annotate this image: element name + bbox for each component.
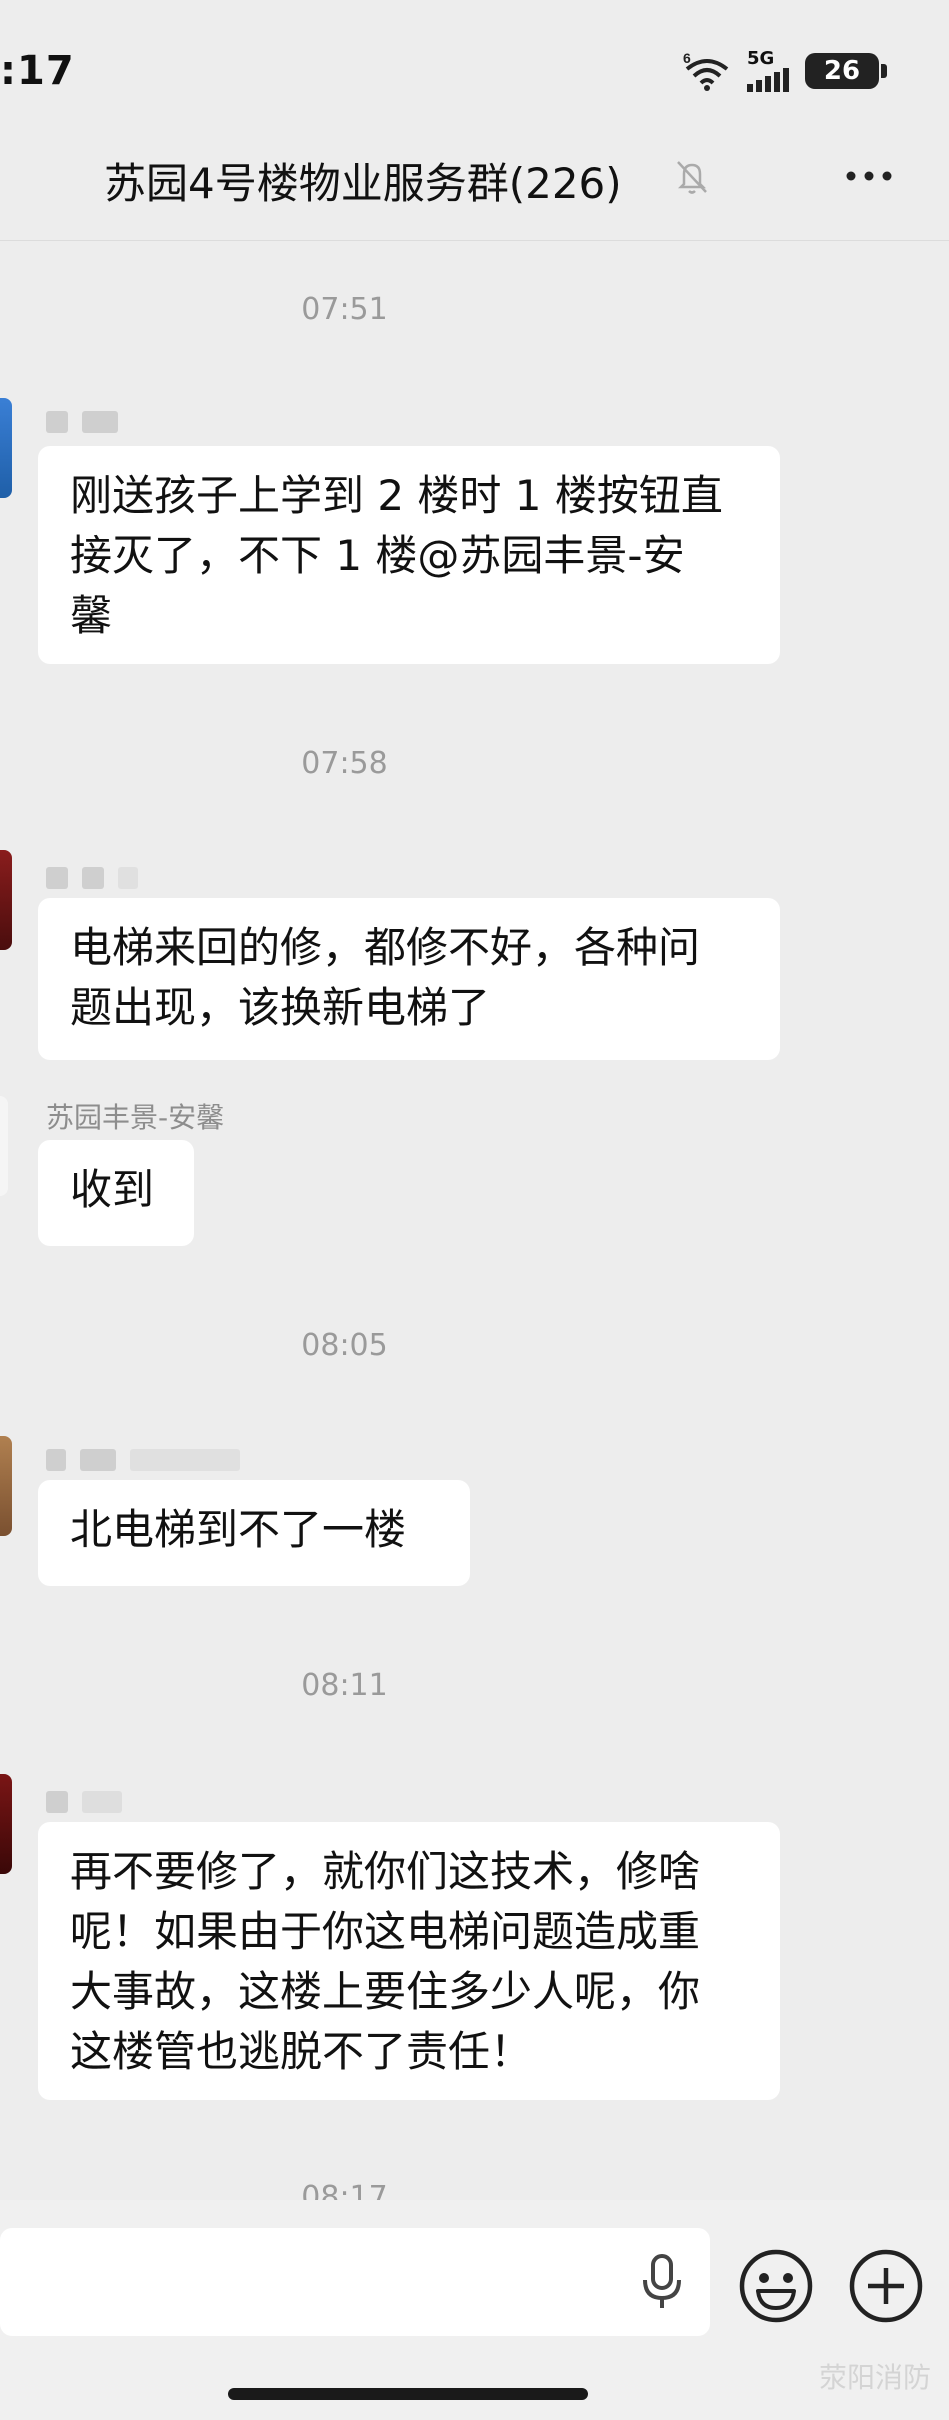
mute-bell-icon bbox=[677, 161, 707, 194]
message-input[interactable] bbox=[0, 2228, 710, 2336]
wifi-icon: 6 bbox=[683, 51, 729, 91]
signal-bars-icon bbox=[747, 68, 789, 92]
message-line: 刚送孩子上学到 2 楼时 1 楼按钮直 bbox=[70, 471, 723, 520]
message-bubble[interactable]: 再不要修了，就你们这技术，修啥 呢！如果由于你这电梯问题造成重 大事故，这楼上要… bbox=[38, 1822, 780, 2100]
message-line: 接灭了，不下 1 楼@苏园丰景-安 bbox=[70, 531, 685, 580]
emoji-icon[interactable] bbox=[736, 2246, 816, 2326]
input-bar: 荥阳消防 bbox=[0, 2200, 949, 2420]
timestamp: 08:17 bbox=[301, 2180, 388, 2200]
message-line: 馨 bbox=[70, 591, 113, 640]
message-bubble[interactable]: 电梯来回的修，都修不好，各种问 题出现，该换新电梯了 bbox=[38, 898, 780, 1060]
timestamp: 07:58 bbox=[301, 746, 388, 781]
status-icons: 6 5G 26 bbox=[681, 50, 887, 92]
message-line: 北电梯到不了一楼 bbox=[70, 1505, 407, 1554]
sender-name-blurred bbox=[46, 860, 152, 893]
wifi-badge: 6 bbox=[683, 51, 691, 66]
plus-icon[interactable] bbox=[846, 2246, 926, 2326]
message-line: 题出现，该换新电梯了 bbox=[70, 983, 491, 1032]
header-divider bbox=[0, 240, 949, 241]
chat-title[interactable]: 苏园4号楼物业服务群(226) bbox=[104, 150, 622, 211]
message-line: 大事故，这楼上要住多少人呢，你 bbox=[70, 1967, 701, 2016]
avatar[interactable] bbox=[0, 398, 12, 498]
sender-name-blurred bbox=[46, 404, 132, 437]
sender-name-blurred bbox=[46, 1784, 136, 1817]
watermark: 荥阳消防 bbox=[818, 2361, 931, 2394]
sender-name: 苏园丰景-安馨 bbox=[46, 1101, 225, 1134]
battery-indicator: 26 bbox=[805, 53, 887, 89]
message-line: 收到 bbox=[70, 1165, 155, 1214]
avatar[interactable] bbox=[0, 1436, 12, 1536]
message-bubble[interactable]: 刚送孩子上学到 2 楼时 1 楼按钮直 接灭了，不下 1 楼@苏园丰景-安 馨 bbox=[38, 446, 780, 664]
microphone-icon[interactable] bbox=[632, 2250, 692, 2314]
timestamp: 08:05 bbox=[301, 1328, 388, 1363]
network-type: 5G bbox=[747, 48, 775, 69]
avatar[interactable] bbox=[0, 1096, 8, 1196]
chat-header: 苏园4号楼物业服务群(226) bbox=[0, 140, 949, 240]
message-bubble[interactable]: 北电梯到不了一楼 bbox=[38, 1480, 470, 1586]
more-options-icon[interactable] bbox=[841, 156, 897, 196]
timestamp: 07:51 bbox=[301, 292, 388, 327]
home-indicator bbox=[228, 2388, 588, 2400]
message-line: 这楼管也逃脱不了责任！ bbox=[70, 2027, 533, 2076]
status-time: :17 bbox=[0, 48, 75, 94]
message-line: 呢！如果由于你这电梯问题造成重 bbox=[70, 1907, 701, 1956]
message-bubble[interactable]: 收到 bbox=[38, 1140, 194, 1246]
avatar[interactable] bbox=[0, 850, 12, 950]
message-line: 电梯来回的修，都修不好，各种问 bbox=[70, 923, 701, 972]
sender-name-blurred bbox=[46, 1442, 254, 1475]
message-line: 再不要修了，就你们这技术，修啥 bbox=[70, 1847, 701, 1896]
avatar[interactable] bbox=[0, 1774, 12, 1874]
cellular-icon: 5G bbox=[747, 50, 791, 92]
status-bar: :17 6 5G 26 bbox=[0, 0, 949, 140]
timestamp: 08:11 bbox=[301, 1668, 388, 1703]
